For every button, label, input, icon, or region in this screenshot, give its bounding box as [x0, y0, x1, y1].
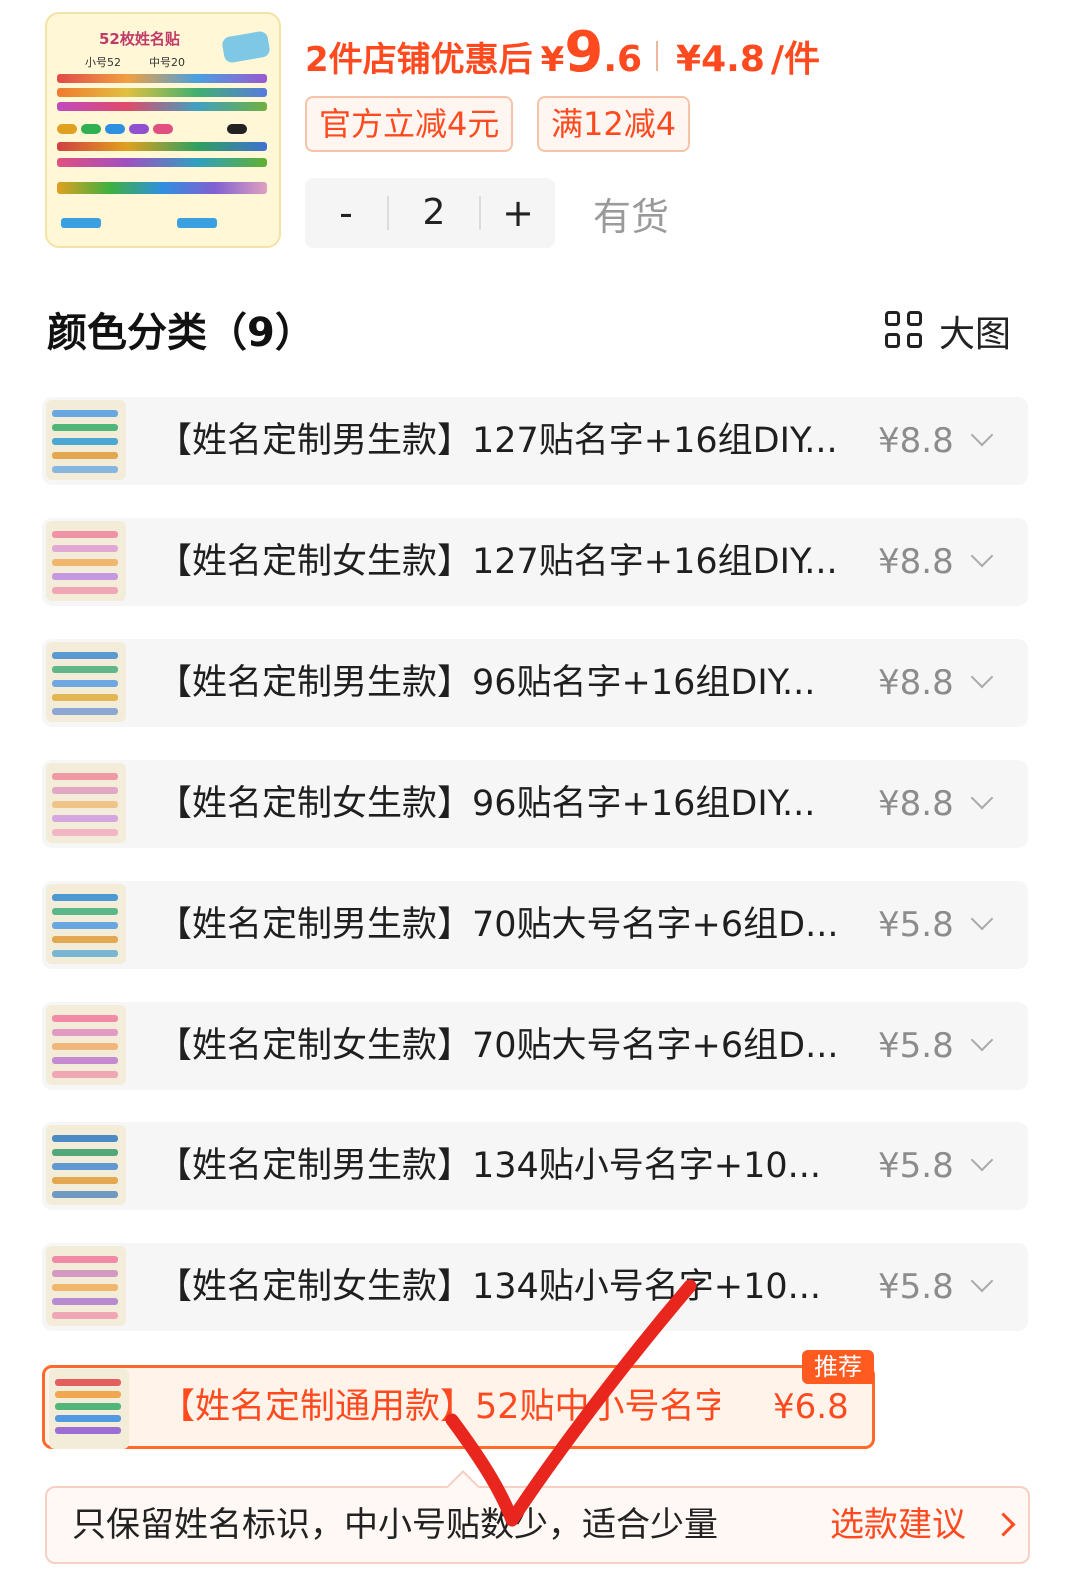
thumb-stripe	[177, 218, 217, 228]
chevron-down-icon[interactable]	[970, 665, 994, 689]
variant-name: 【姓名定制男生款】96贴名字+16组DIY...	[157, 663, 816, 703]
variant-name: 【姓名定制女生款】96贴名字+16组DIY...	[157, 784, 816, 824]
quantity-decrease-button[interactable]: -	[305, 178, 387, 248]
tip-text: 只保留姓名标识，中小号贴数少，适合少量	[72, 1505, 718, 1545]
thumb-chip	[227, 124, 247, 134]
thumb-stripe	[57, 88, 267, 97]
variant-name: 【姓名定制男生款】70贴大号名字+6组D...	[157, 905, 839, 945]
section-title: 颜色分类（9）	[47, 310, 315, 356]
grid-view-icon	[885, 311, 925, 351]
thumb-stripe	[57, 158, 267, 167]
thumb-chip	[129, 124, 149, 134]
variant-price: ¥8.8	[878, 784, 954, 824]
product-thumbnail[interactable]: 52枚姓名贴 小号52 中号20	[45, 12, 281, 248]
thumb-small-label: 小号52	[85, 56, 121, 69]
variant-price: ¥5.8	[878, 905, 954, 945]
variant-name: 【姓名定制男生款】127贴名字+16组DIY...	[157, 421, 838, 461]
variant-option[interactable]: 【姓名定制女生款】134贴小号名字+10... ¥5.8	[42, 1243, 1028, 1331]
chevron-down-icon[interactable]	[970, 423, 994, 447]
variant-thumbnail	[46, 1125, 126, 1205]
quantity-increase-button[interactable]: +	[481, 178, 555, 248]
chevron-down-icon[interactable]	[970, 1148, 994, 1172]
large-view-toggle[interactable]: 大图	[885, 305, 1011, 357]
promo-label: 2件店铺优惠后	[305, 40, 533, 80]
variant-thumbnail	[46, 642, 126, 722]
chevron-right-icon[interactable]	[991, 1512, 1016, 1537]
chevron-down-icon[interactable]	[970, 1028, 994, 1052]
variant-name: 【姓名定制通用款】52贴中小号名字	[160, 1387, 720, 1427]
thumb-stripe	[57, 182, 267, 194]
chevron-down-icon[interactable]	[970, 544, 994, 568]
thumb-chip	[105, 124, 125, 134]
variant-thumbnail	[46, 763, 126, 843]
thumb-chip	[81, 124, 101, 134]
variant-name: 【姓名定制女生款】70贴大号名字+6组D...	[157, 1026, 839, 1066]
thumb-title: 52枚姓名贴	[99, 30, 180, 48]
unit-suffix: /件	[770, 39, 821, 80]
unit-price: ¥4.8	[676, 39, 765, 80]
variant-option[interactable]: 【姓名定制女生款】96贴名字+16组DIY... ¥8.8	[42, 760, 1028, 848]
chevron-down-icon[interactable]	[970, 1269, 994, 1293]
coupon-official-discount[interactable]: 官方立减4元	[305, 96, 514, 152]
recommended-badge: 推荐	[802, 1350, 874, 1384]
variant-name: 【姓名定制女生款】134贴小号名字+10...	[157, 1267, 822, 1307]
variant-thumbnail	[46, 1005, 126, 1085]
variant-price: ¥5.8	[878, 1026, 954, 1066]
coupon-full-reduction[interactable]: 满12减4	[537, 96, 691, 152]
variant-thumbnail	[49, 1369, 129, 1449]
variant-thumbnail	[46, 521, 126, 601]
quantity-stepper: - 2 +	[305, 178, 555, 248]
variant-thumbnail	[46, 1246, 126, 1326]
price-divider	[656, 41, 659, 71]
thumb-mid-label: 中号20	[149, 56, 185, 69]
chevron-down-icon[interactable]	[970, 907, 994, 931]
variant-price: ¥5.8	[878, 1267, 954, 1307]
variant-price: ¥5.8	[878, 1146, 954, 1186]
promo-price-integer: 9	[564, 20, 604, 85]
thumb-chip	[57, 124, 77, 134]
variant-option[interactable]: 【姓名定制男生款】96贴名字+16组DIY... ¥8.8	[42, 639, 1028, 727]
thumb-stripe	[61, 218, 101, 228]
variant-option[interactable]: 【姓名定制男生款】127贴名字+16组DIY... ¥8.8	[42, 397, 1028, 485]
variant-price: ¥8.8	[878, 421, 954, 461]
stock-status: 有货	[593, 195, 670, 239]
thumb-chip	[153, 124, 173, 134]
variant-thumbnail	[46, 400, 126, 480]
thumb-stripe	[57, 102, 267, 111]
variant-option[interactable]: 【姓名定制男生款】134贴小号名字+10... ¥5.8	[42, 1122, 1028, 1210]
promo-price-decimal: .6	[603, 39, 643, 80]
large-view-label: 大图	[939, 314, 1012, 355]
variant-name: 【姓名定制男生款】134贴小号名字+10...	[157, 1146, 822, 1186]
chevron-down-icon[interactable]	[970, 786, 994, 810]
variant-option[interactable]: 【姓名定制男生款】70贴大号名字+6组D... ¥5.8	[42, 881, 1028, 969]
variant-price: ¥8.8	[878, 542, 954, 582]
thumb-stripe	[57, 74, 267, 83]
variant-option[interactable]: 【姓名定制女生款】127贴名字+16组DIY... ¥8.8	[42, 518, 1028, 606]
variant-option[interactable]: 【姓名定制女生款】70贴大号名字+6组D... ¥5.8	[42, 1002, 1028, 1090]
quantity-input[interactable]: 2	[389, 178, 479, 248]
selected-variant-option[interactable]: 【姓名定制通用款】52贴中小号名字 ¥6.8	[42, 1365, 875, 1449]
promo-price-line: 2件店铺优惠后 ¥ 9 .6 ¥4.8 /件	[305, 20, 820, 90]
selection-tip-bar: 只保留姓名标识，中小号贴数少，适合少量 选款建议	[45, 1470, 1030, 1564]
selection-advice-link[interactable]: 选款建议	[830, 1488, 966, 1562]
variant-thumbnail	[46, 884, 126, 964]
variant-name: 【姓名定制女生款】127贴名字+16组DIY...	[157, 542, 838, 582]
thumb-tag-decoration	[221, 30, 271, 64]
thumb-stripe	[57, 142, 267, 151]
variant-price: ¥8.8	[878, 663, 954, 703]
currency-symbol: ¥	[540, 40, 565, 80]
